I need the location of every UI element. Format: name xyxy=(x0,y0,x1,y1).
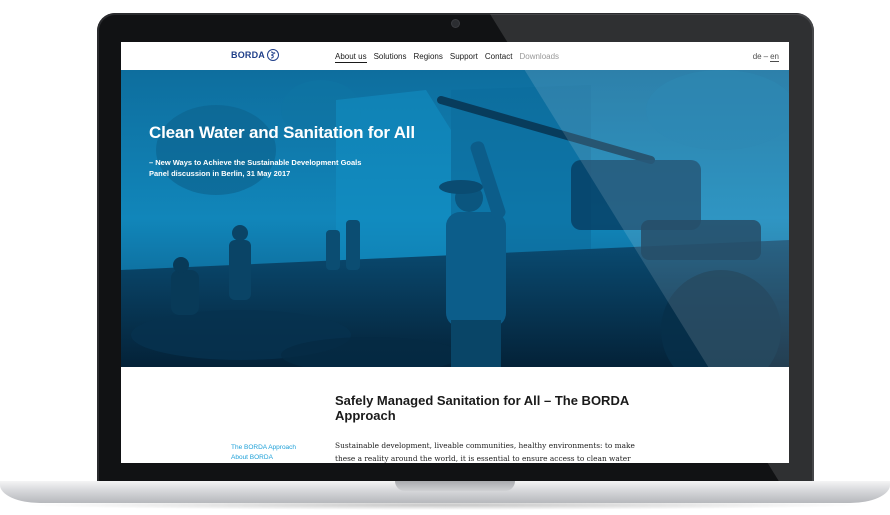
hero-photo xyxy=(121,70,789,367)
body-line-2: these a reality around the world, it is … xyxy=(335,453,631,463)
nav-solutions[interactable]: Solutions xyxy=(374,52,407,63)
hero-subtitle-line1: – New Ways to Achieve the Sustainable De… xyxy=(149,158,362,167)
logo-mark-icon xyxy=(267,49,279,61)
nav-support[interactable]: Support xyxy=(450,52,478,63)
hero-subtitle-line2: Panel discussion in Berlin, 31 May 2017 xyxy=(149,169,291,178)
site-header: BORDA About us Solutions Regions Support… xyxy=(121,42,789,70)
camera-icon xyxy=(452,20,459,27)
hero-title: Clean Water and Sanitation for All xyxy=(149,123,415,142)
lang-de[interactable]: de xyxy=(753,52,762,62)
section-body: Sustainable development, liveable commun… xyxy=(335,440,695,463)
sidenav-borda-approach[interactable]: The BORDA Approach xyxy=(231,443,296,453)
section-title: Safely Managed Sanitation for All – The … xyxy=(335,393,629,423)
laptop-screen: BORDA About us Solutions Regions Support… xyxy=(121,42,789,463)
hero-subtitle: – New Ways to Achieve the Sustainable De… xyxy=(149,157,361,179)
language-switcher: de – en xyxy=(753,52,779,62)
body-line-1: Sustainable development, liveable commun… xyxy=(335,441,635,450)
nav-about-us[interactable]: About us xyxy=(335,52,367,63)
lang-separator: – xyxy=(763,52,769,61)
nav-contact[interactable]: Contact xyxy=(485,52,513,63)
hero-banner: Clean Water and Sanitation for All – New… xyxy=(121,70,789,367)
nav-regions[interactable]: Regions xyxy=(414,52,443,63)
nav-downloads[interactable]: Downloads xyxy=(519,52,559,63)
section-sidenav: The BORDA Approach About BORDA xyxy=(231,443,296,463)
logo-text: BORDA xyxy=(231,50,265,60)
sidenav-about-borda[interactable]: About BORDA xyxy=(231,453,296,463)
main-nav: About us Solutions Regions Support Conta… xyxy=(335,52,559,63)
lang-en[interactable]: en xyxy=(770,52,779,62)
laptop-notch xyxy=(395,481,515,491)
borda-logo[interactable]: BORDA xyxy=(231,49,279,61)
content-section: Safely Managed Sanitation for All – The … xyxy=(121,367,789,463)
